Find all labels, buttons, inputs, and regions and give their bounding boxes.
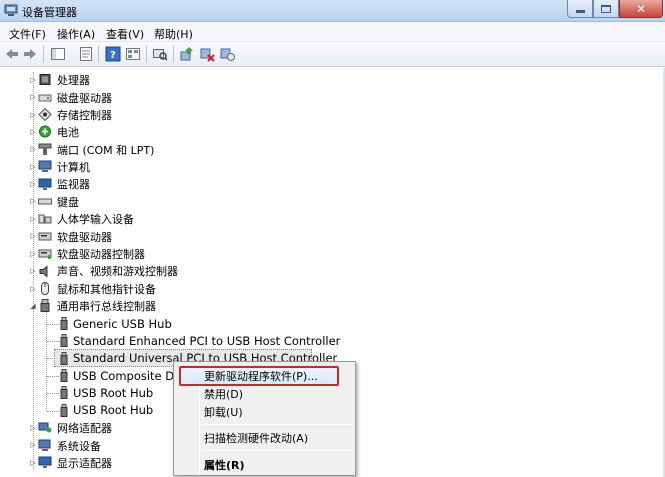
uninstall-device-icon[interactable] bbox=[219, 46, 235, 62]
usb-icon bbox=[40, 299, 50, 312]
expand-arrow-icon[interactable]: ▷ bbox=[29, 215, 37, 223]
tree-label: 存储控制器 bbox=[57, 109, 112, 122]
tree-label: USB Composite Dev bbox=[73, 369, 189, 383]
expand-arrow-icon[interactable]: ▷ bbox=[29, 424, 37, 432]
toolbar: ? bbox=[0, 42, 665, 67]
minimize-button[interactable] bbox=[567, 0, 593, 18]
menu-bar: 文件(F) 操作(A) 查看(V) 帮助(H) bbox=[0, 22, 665, 42]
expand-arrow-icon[interactable]: ▷ bbox=[29, 250, 37, 258]
computer-icon bbox=[38, 160, 52, 172]
tree-label: 声音、视频和游戏控制器 bbox=[57, 265, 178, 278]
expand-arrow-icon[interactable]: ▷ bbox=[29, 93, 37, 101]
tree-label: 通用串行总线控制器 bbox=[57, 300, 156, 313]
usb-plug-icon bbox=[60, 317, 68, 330]
menu-item-uninstall[interactable]: 卸载(U) bbox=[176, 400, 353, 422]
properties-icon[interactable] bbox=[78, 46, 94, 62]
usb-plug-icon bbox=[60, 404, 68, 417]
minimize-icon bbox=[575, 10, 585, 13]
tree-label: 电池 bbox=[57, 126, 79, 139]
usb-plug-icon bbox=[60, 352, 68, 365]
network-adapter-icon bbox=[38, 422, 52, 433]
help-icon[interactable]: ? bbox=[105, 46, 121, 62]
menu-item-label: 扫描检测硬件改动(A) bbox=[204, 432, 309, 445]
tree-label: USB Root Hub bbox=[73, 403, 154, 417]
expand-arrow-icon[interactable]: ▷ bbox=[29, 459, 37, 467]
show-hide-tree-icon[interactable] bbox=[50, 46, 66, 62]
menu-item-scan[interactable]: 扫描检测硬件改动(A) bbox=[176, 426, 353, 448]
expand-arrow-icon[interactable]: ▷ bbox=[29, 197, 37, 205]
expand-arrow-icon[interactable]: ▷ bbox=[29, 76, 37, 84]
display-adapter-icon bbox=[38, 456, 52, 468]
device-manager-icon bbox=[4, 4, 18, 16]
port-icon bbox=[38, 143, 52, 155]
expand-arrow-icon[interactable]: ▷ bbox=[29, 232, 37, 240]
mouse-icon bbox=[41, 282, 49, 295]
update-driver-icon[interactable] bbox=[179, 46, 195, 62]
menu-file[interactable]: 文件(F) bbox=[9, 26, 46, 42]
tree-label: 键盘 bbox=[57, 196, 79, 209]
usb-plug-icon bbox=[60, 386, 68, 399]
tree-label: 系统设备 bbox=[57, 440, 101, 453]
tree-label: Generic USB Hub bbox=[73, 317, 172, 331]
tree-label: Standard Enhanced PCI to USB Host Contro… bbox=[73, 334, 341, 348]
back-arrow-icon[interactable] bbox=[4, 46, 20, 62]
maximize-button[interactable] bbox=[593, 0, 619, 18]
menu-action[interactable]: 操作(A) bbox=[57, 26, 95, 42]
disable-device-icon[interactable] bbox=[199, 46, 215, 62]
title-bar: 设备管理器 ✕ bbox=[0, 0, 665, 22]
menu-item-properties[interactable]: 属性(R) bbox=[176, 453, 353, 475]
tree-label: USB Root Hub bbox=[73, 386, 154, 400]
battery-icon bbox=[39, 125, 51, 138]
usb-plug-icon bbox=[60, 369, 68, 382]
close-button[interactable]: ✕ bbox=[619, 0, 663, 18]
expand-arrow-icon[interactable]: ▷ bbox=[29, 285, 37, 293]
menu-separator bbox=[202, 450, 352, 451]
expand-arrow-icon[interactable]: ▷ bbox=[29, 163, 37, 171]
expand-arrow-icon[interactable]: ▷ bbox=[29, 145, 37, 153]
tree-label: 处理器 bbox=[57, 74, 90, 87]
menu-item-label: 卸载(U) bbox=[204, 406, 243, 419]
tree-label: 软盘驱动器控制器 bbox=[57, 248, 145, 261]
tree-label: 端口 (COM 和 LPT) bbox=[57, 144, 155, 157]
usb-plug-icon bbox=[60, 334, 68, 347]
menu-item-label: 属性(R) bbox=[204, 459, 245, 472]
expand-arrow-icon[interactable]: ▷ bbox=[29, 180, 37, 188]
maximize-icon bbox=[601, 4, 611, 13]
tree-label: 鼠标和其他指针设备 bbox=[57, 283, 156, 296]
hid-icon bbox=[38, 214, 52, 224]
disk-drive-icon bbox=[38, 94, 52, 102]
expand-arrow-icon[interactable]: ▷ bbox=[29, 441, 37, 449]
scan-hardware-icon[interactable] bbox=[152, 46, 168, 62]
sound-icon bbox=[39, 265, 48, 278]
monitor-icon bbox=[38, 178, 52, 190]
collapse-arrow-icon[interactable]: ◢ bbox=[29, 302, 37, 310]
svg-text:?: ? bbox=[110, 50, 116, 61]
system-device-icon bbox=[38, 439, 51, 451]
window-title: 设备管理器 bbox=[22, 6, 77, 19]
menu-separator bbox=[202, 424, 352, 425]
tree-label: 显示适配器 bbox=[57, 457, 112, 470]
tree-label: 监视器 bbox=[57, 178, 90, 191]
tree-label: 软盘驱动器 bbox=[57, 231, 112, 244]
storage-controller-icon bbox=[38, 108, 52, 121]
menu-help[interactable]: 帮助(H) bbox=[154, 26, 193, 42]
forward-arrow-icon[interactable] bbox=[22, 46, 38, 62]
expand-arrow-icon[interactable]: ▷ bbox=[29, 111, 37, 119]
tree-label: 计算机 bbox=[57, 161, 90, 174]
tree-label: 磁盘驱动器 bbox=[57, 92, 112, 105]
expand-arrow-icon[interactable]: ▷ bbox=[29, 267, 37, 275]
view-icon[interactable] bbox=[125, 46, 141, 62]
menu-view[interactable]: 查看(V) bbox=[106, 26, 144, 42]
context-menu: 更新驱动程序软件(P)... 禁用(D) 卸载(U) 扫描检测硬件改动(A) 属… bbox=[173, 361, 356, 476]
close-icon: ✕ bbox=[635, 1, 647, 16]
keyboard-icon bbox=[38, 198, 52, 205]
window-controls: ✕ bbox=[567, 0, 663, 18]
tree-label: 网络适配器 bbox=[57, 422, 112, 435]
floppy-drive-icon bbox=[38, 232, 52, 241]
floppy-controller-icon bbox=[38, 249, 52, 259]
processor-icon bbox=[39, 74, 51, 85]
expand-arrow-icon[interactable]: ▷ bbox=[29, 128, 37, 136]
tree-label: 人体学输入设备 bbox=[57, 213, 134, 226]
